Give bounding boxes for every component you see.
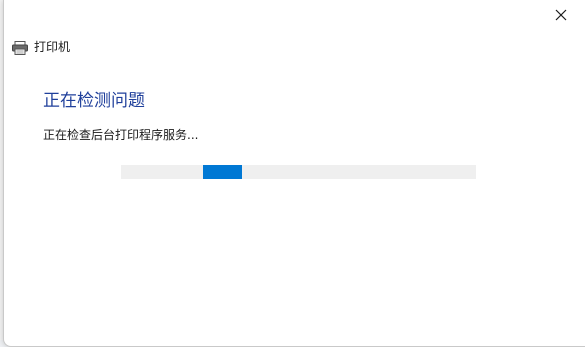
dialog-title: 打印机 [34, 40, 71, 54]
close-button[interactable] [550, 4, 572, 26]
close-icon [555, 9, 567, 21]
status-text: 正在检查后台打印程序服务... [43, 128, 199, 142]
progress-bar [121, 165, 476, 179]
progress-indicator [203, 165, 242, 179]
dialog-title-bar: 打印机 [12, 38, 70, 55]
page-heading: 正在检测问题 [43, 91, 145, 111]
troubleshooter-dialog: 打印机 正在检测问题 正在检查后台打印程序服务... [3, 0, 585, 347]
printer-icon [12, 40, 28, 55]
